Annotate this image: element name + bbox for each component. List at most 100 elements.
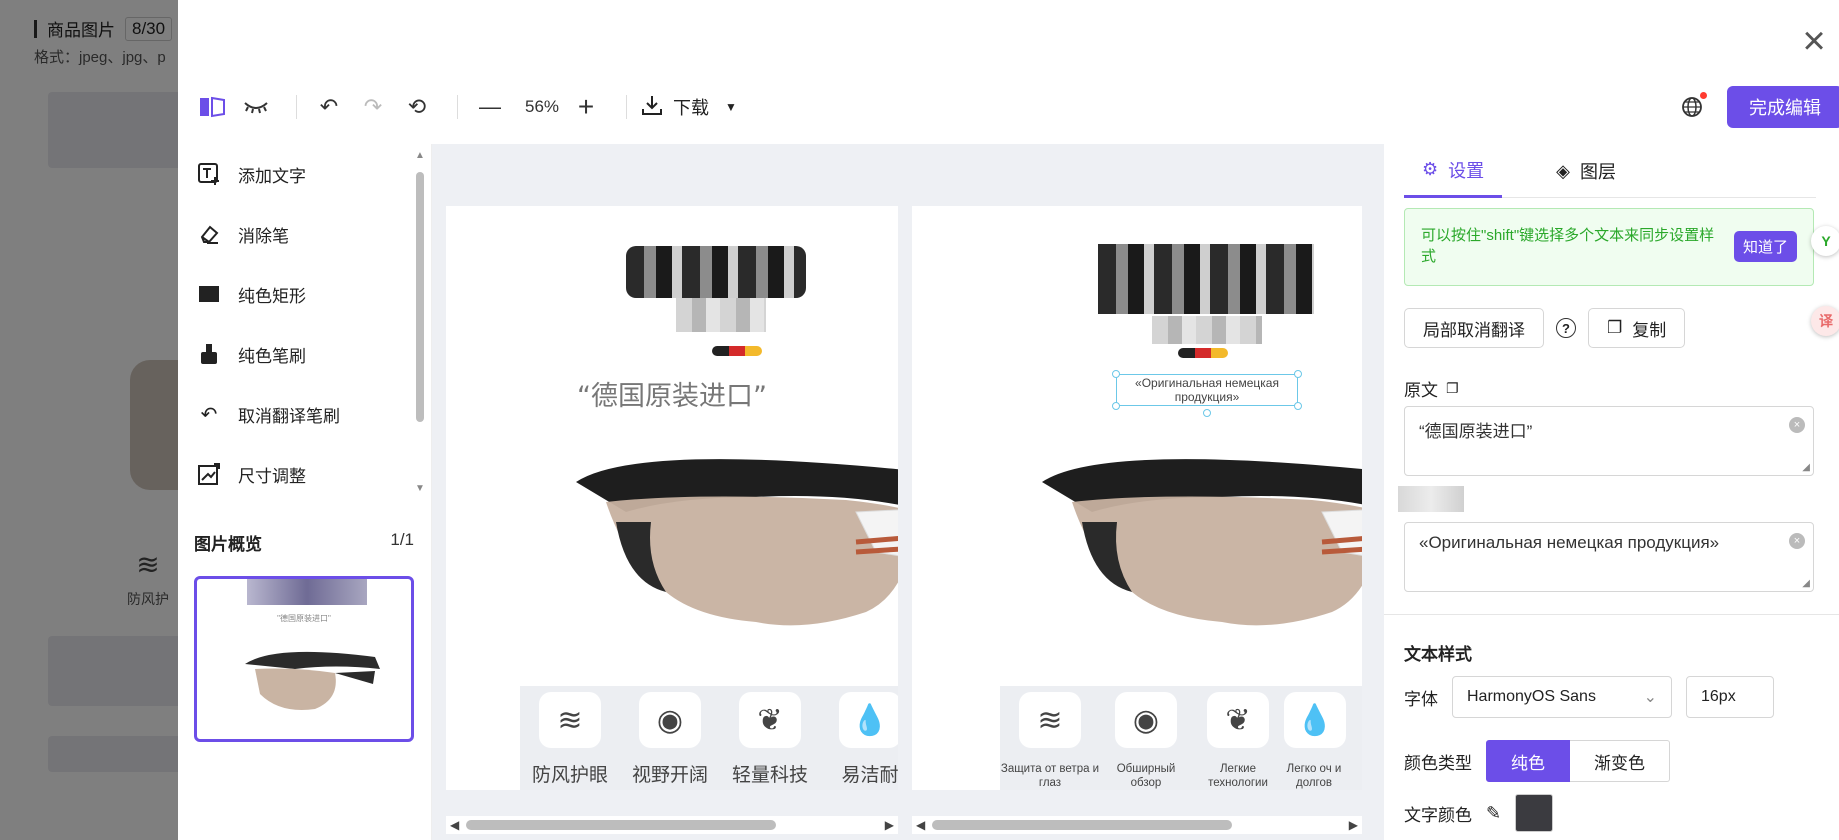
selected-text-box[interactable]: «Оригинальная немецкая продукция»	[1112, 370, 1302, 417]
font-size-input[interactable]: 16px	[1686, 676, 1774, 718]
translated-image[interactable]: «Оригинальная немецкая продукция» ≋ Защит…	[912, 206, 1362, 790]
original-hscrollbar[interactable]: ◀ ▶	[446, 816, 898, 834]
gear-icon: ⚙	[1422, 159, 1439, 179]
tools-scrollbar[interactable]: ▲ ▼	[414, 150, 426, 494]
editor-canvas[interactable]: “德国原装进口” ≋ 防风护眼 ◉ 视野开阔 ❦ 轻量科技 💧 易洁耐 «Оригина…	[432, 144, 1384, 840]
tool-rectangle[interactable]: 纯色矩形	[178, 264, 431, 324]
resize-icon	[194, 459, 224, 489]
clear-icon[interactable]: ×	[1789, 417, 1805, 433]
scroll-up-icon[interactable]: ▲	[414, 150, 426, 161]
german-flag-bar	[1178, 348, 1228, 358]
download-button[interactable]: 下载 ▼	[641, 94, 737, 121]
redo-icon[interactable]: ↷	[355, 89, 391, 125]
compare-view-icon[interactable]	[194, 89, 230, 125]
scroll-right-icon[interactable]: ▶	[1349, 818, 1358, 832]
feature-item: ≋ 防风护眼	[520, 686, 620, 790]
feature-label: 易洁耐	[841, 765, 898, 786]
scroll-thumb[interactable]	[466, 820, 776, 830]
font-select[interactable]: HarmonyOS Sans ⌄	[1452, 676, 1672, 718]
feature-item: ❦ 轻量科技	[720, 686, 820, 790]
water-drop-icon: 💧	[839, 692, 898, 748]
pixelated-brand-logo	[626, 246, 806, 298]
translated-hscrollbar[interactable]: ◀ ▶	[912, 816, 1362, 834]
panel-tabs: ⚙ 设置 ◈ 图层	[1404, 144, 1816, 198]
source-text-field[interactable]: “德国原装进口” × ◢	[1404, 406, 1814, 476]
tab-layers[interactable]: ◈ 图层	[1538, 144, 1634, 198]
rectangle-icon	[194, 279, 224, 309]
resize-handle[interactable]	[1112, 370, 1120, 378]
close-icon[interactable]: ×	[1797, 21, 1831, 61]
safety-glasses-image	[1042, 459, 1362, 626]
settings-panel: ⚙ 设置 ◈ 图层 可以按住"shift"键选择多个文本来同步设置样式 知道了 …	[1384, 144, 1839, 840]
preview-thumbnail[interactable]: "德国原装进口"	[194, 576, 414, 742]
feature-label: Легкие технологии	[1208, 763, 1268, 789]
notification-dot	[1700, 92, 1707, 99]
copy-button[interactable]: ❐ 复制	[1588, 308, 1686, 348]
resize-handle[interactable]	[1112, 402, 1120, 410]
resize-handle[interactable]	[1294, 370, 1302, 378]
zoom-out-icon[interactable]: —	[472, 89, 508, 125]
original-image[interactable]: “德国原装进口” ≋ 防风护眼 ◉ 视野开阔 ❦ 轻量科技 💧 易洁耐	[446, 206, 898, 790]
history-icon[interactable]: ⟲	[399, 89, 435, 125]
original-slogan[interactable]: “德国原装进口”	[446, 374, 898, 413]
scroll-down-icon[interactable]: ▼	[414, 483, 426, 494]
tool-eraser[interactable]: 消除笔	[178, 204, 431, 264]
undo-icon[interactable]: ↶	[311, 89, 347, 125]
zoom-in-icon[interactable]: +	[568, 89, 604, 125]
finish-edit-button[interactable]: 完成编辑	[1727, 86, 1839, 128]
help-icon[interactable]: ?	[1556, 318, 1576, 338]
tab-label: 设置	[1448, 160, 1485, 181]
rotate-handle[interactable]	[1203, 409, 1211, 417]
scroll-thumb[interactable]	[932, 820, 1232, 830]
tool-brush[interactable]: 纯色笔刷	[178, 324, 431, 384]
scroll-right-icon[interactable]: ▶	[885, 818, 894, 832]
feature-label: 轻量科技	[731, 765, 808, 786]
feature-label: Обширный обзор	[1116, 763, 1176, 789]
tool-undo-translate-brush[interactable]: ↶ 取消翻译笔刷	[178, 384, 431, 444]
copy-small-icon[interactable]: ❐	[1446, 380, 1459, 397]
text-color-swatch[interactable]	[1515, 794, 1554, 832]
assistant-fab-icon[interactable]: Y	[1811, 226, 1839, 256]
feature-item: ◉ 视野开阔	[620, 686, 720, 790]
translated-slogan-line2: продукция»	[1174, 390, 1240, 404]
translation-text-field[interactable]: «Оригинальная немецкая продукция» × ◢	[1404, 522, 1814, 592]
tool-add-text[interactable]: 添加文字	[178, 144, 431, 204]
tool-label: 取消翻译笔刷	[238, 406, 340, 426]
eyedropper-icon[interactable]: ✎	[1486, 803, 1501, 824]
gradient-color-option[interactable]: 渐变色	[1570, 740, 1670, 782]
brush-icon	[194, 339, 224, 369]
text-style-title: 文本样式	[1404, 645, 1472, 664]
scroll-left-icon[interactable]: ◀	[450, 818, 459, 832]
zoom-level: 56%	[524, 97, 560, 116]
text-color-row: 文字颜色 ✎	[1404, 794, 1554, 832]
thumbnail-pixelated-logo	[247, 579, 367, 605]
partial-untranslate-button[interactable]: 局部取消翻译	[1404, 308, 1544, 348]
shift-tip: 可以按住"shift"键选择多个文本来同步设置样式 知道了	[1404, 208, 1814, 286]
german-flag-bar	[712, 346, 762, 356]
tool-resize[interactable]: 尺寸调整	[178, 444, 431, 504]
download-label: 下载	[673, 98, 709, 118]
text-actions: 局部取消翻译 ? ❐ 复制	[1404, 308, 1686, 348]
translate-fab-icon[interactable]: 译	[1811, 306, 1839, 336]
caret-down-icon: ▼	[725, 100, 737, 114]
tip-text: 可以按住"shift"键选择多个文本来同步设置样式	[1421, 227, 1715, 265]
solid-color-option[interactable]: 纯色	[1486, 740, 1570, 782]
thumbnail-caption: "德国原装进口"	[277, 614, 331, 623]
clear-icon[interactable]: ×	[1789, 533, 1805, 549]
language-globe-icon[interactable]	[1677, 92, 1707, 122]
font-row: 字体 HarmonyOS Sans ⌄ 16px	[1404, 676, 1774, 718]
tip-dismiss-button[interactable]: 知道了	[1733, 231, 1797, 262]
feature-item: 💧 易洁耐	[820, 686, 898, 790]
button-label: 复制	[1632, 320, 1667, 340]
thumbnail-glasses-image	[245, 651, 380, 710]
resize-grip-icon[interactable]: ◢	[1802, 462, 1810, 473]
blurred-label	[1398, 486, 1464, 512]
scroll-thumb[interactable]	[416, 172, 424, 422]
tab-settings[interactable]: ⚙ 设置	[1404, 144, 1503, 198]
resize-handle[interactable]	[1294, 402, 1302, 410]
hide-eye-icon[interactable]	[238, 89, 274, 125]
toolbar-divider	[457, 95, 458, 119]
resize-grip-icon[interactable]: ◢	[1802, 578, 1810, 589]
scroll-left-icon[interactable]: ◀	[916, 818, 925, 832]
translated-slogan-line1: «Оригинальная немецкая	[1135, 376, 1279, 390]
